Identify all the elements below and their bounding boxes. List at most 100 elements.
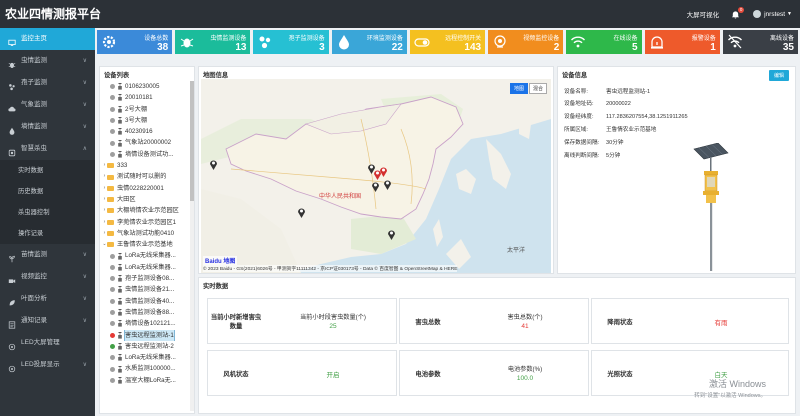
sidebar-item-weather[interactable]: 气象监测 ∨ bbox=[0, 94, 95, 116]
sidebar-item-notify[interactable]: 通知记录 ∨ bbox=[0, 310, 95, 332]
device-field: 所属区域: 王鲁情农业示范基地 bbox=[564, 127, 657, 133]
tree-device[interactable]: 墒情设备102121... bbox=[102, 318, 194, 329]
tree-device[interactable]: 害虫远程监测站-1 bbox=[102, 329, 194, 341]
status-dot bbox=[110, 264, 115, 270]
chevron-down-icon: ∨ bbox=[82, 296, 87, 302]
data-box-battery: 电池参数 电池参数(%) 100.0 bbox=[399, 350, 589, 396]
user-menu-chevron-icon[interactable]: ▼ bbox=[787, 11, 792, 17]
map-marker-icon[interactable] bbox=[209, 159, 218, 170]
sidebar-item-led-manage[interactable]: LED大屏管理 bbox=[0, 332, 95, 354]
sidebar-item-smart-kill[interactable]: 智慧杀虫 ∧ bbox=[0, 138, 95, 160]
tree-device[interactable]: LoRa无线采集器... bbox=[102, 352, 194, 363]
stat-value: 22 bbox=[391, 42, 403, 53]
stat-card[interactable]: 虫情监测设备 13 bbox=[175, 30, 251, 54]
sidebar-subitem-history[interactable]: 历史数据 bbox=[0, 181, 95, 202]
big-screen-link[interactable]: 大屏可视化 bbox=[687, 9, 720, 19]
tree-device[interactable]: 孢子监测设备08... bbox=[102, 273, 194, 284]
tree-device[interactable]: 水质监测100000... bbox=[102, 363, 194, 374]
map-marker-icon[interactable] bbox=[383, 179, 392, 190]
tree-device[interactable]: 温室大棚LoRa无... bbox=[102, 375, 194, 386]
tree-device[interactable]: 0106230005 bbox=[102, 81, 194, 92]
username[interactable]: jnrstest bbox=[764, 11, 785, 18]
tree-folder[interactable]: › 大田区 bbox=[102, 194, 194, 205]
tree-device[interactable]: 虫情监测设备40... bbox=[102, 296, 194, 307]
cloud-icon bbox=[8, 101, 16, 112]
device-icon bbox=[118, 117, 122, 124]
edit-button[interactable]: 编辑 bbox=[768, 70, 789, 81]
sidebar-subitem-realtime[interactable]: 实时数据 bbox=[0, 160, 95, 181]
sidebar-item-seedling[interactable]: 苗情监测 ∨ bbox=[0, 244, 95, 266]
stat-card[interactable]: 视频监控设备 2 bbox=[488, 30, 564, 54]
tree-device[interactable]: 虫情监测设备88... bbox=[102, 307, 194, 318]
tree-device[interactable]: 2号大棚 bbox=[102, 104, 194, 115]
tree-node-label: 害虫远程监测站-2 bbox=[125, 342, 174, 350]
folder-icon bbox=[107, 163, 114, 169]
spore-icon bbox=[257, 34, 273, 50]
tree-device[interactable]: 3号大棚 bbox=[102, 115, 194, 126]
sidebar-item-soil[interactable]: 墒情监测 ∨ bbox=[0, 116, 95, 138]
sidebar-item-video[interactable]: 视频监控 ∨ bbox=[0, 266, 95, 288]
box-metric: 当前小时段害虫数量(个) 25 bbox=[300, 314, 366, 330]
tree-device[interactable]: 害虫远程监测站-2 bbox=[102, 341, 194, 352]
sidebar-item-spore[interactable]: 孢子监测 ∨ bbox=[0, 72, 95, 94]
tree-folder[interactable]: › 测试随时可以删的 bbox=[102, 171, 194, 182]
stat-label: 孢子监测设备 bbox=[288, 36, 325, 42]
stat-value: 38 bbox=[157, 42, 169, 53]
tree-folder[interactable]: › 李蔸情农业示范园区1 bbox=[102, 217, 194, 228]
stat-card[interactable]: 离线设备 35 bbox=[722, 30, 798, 54]
notification-bell-icon[interactable]: 0 bbox=[731, 6, 745, 19]
tree-folder[interactable]: ⌄ 王鲁情农业示范基地 bbox=[102, 239, 194, 250]
tree-folder[interactable]: › 气象站测试功能0410 bbox=[102, 228, 194, 239]
scrollbar-thumb[interactable] bbox=[190, 81, 194, 201]
stat-value: 1 bbox=[710, 42, 716, 53]
tree-folder[interactable]: › 大棚墒情农业示范园区 bbox=[102, 205, 194, 216]
device-icon bbox=[118, 275, 122, 282]
chevron-down-icon: ∨ bbox=[82, 80, 87, 86]
tree-device[interactable]: 40230916 bbox=[102, 126, 194, 137]
map-type-map-button[interactable]: 地图 bbox=[509, 83, 528, 94]
sidebar-subitem-control[interactable]: 杀虫器控制 bbox=[0, 202, 95, 223]
stat-card[interactable]: 报警设备 1 bbox=[644, 30, 720, 54]
map-marker-icon[interactable] bbox=[379, 166, 388, 177]
gear-icon bbox=[101, 34, 117, 50]
tree-folder[interactable]: › 虫情0228220001 bbox=[102, 183, 194, 194]
user-avatar[interactable] bbox=[753, 10, 762, 18]
tree-node-label: 3号大棚 bbox=[125, 116, 148, 124]
chevron-down-icon: ∨ bbox=[82, 124, 87, 130]
tree-scrollbar[interactable] bbox=[190, 81, 194, 411]
stat-card[interactable]: 设备总数 38 bbox=[97, 30, 173, 54]
tree-device[interactable]: 20010181 bbox=[102, 92, 194, 103]
device-icon bbox=[118, 150, 122, 158]
map-marker-icon[interactable] bbox=[371, 181, 380, 192]
sidebar-item-home[interactable]: 监控主页 bbox=[0, 28, 95, 50]
map-panel: 地图信息 地图 混合 中华人民共和国 太平洋 Baidu 地图 © 2023 B… bbox=[198, 66, 554, 274]
map-marker-icon[interactable] bbox=[387, 229, 396, 240]
status-dot bbox=[110, 253, 115, 259]
bug-icon bbox=[179, 34, 195, 50]
tree-folder[interactable]: › 333 bbox=[102, 160, 194, 171]
map-canvas[interactable]: 地图 混合 中华人民共和国 太平洋 Baidu 地图 © 2023 Baidu … bbox=[201, 79, 551, 273]
device-icon bbox=[118, 139, 122, 147]
device-icon bbox=[118, 286, 122, 294]
status-dot bbox=[110, 332, 115, 338]
device-icon bbox=[118, 128, 122, 135]
stat-card[interactable]: 孢子监测设备 3 bbox=[253, 30, 329, 54]
sidebar-item-led-cast[interactable]: LED投屏显示 ∨ bbox=[0, 354, 95, 376]
tree-device[interactable]: 气象站20000002 bbox=[102, 137, 194, 148]
stat-card[interactable]: 远程控制开关 143 bbox=[409, 30, 486, 54]
sidebar-item-leaf[interactable]: 叶面分析 ∨ bbox=[0, 288, 95, 310]
sidebar-item-pest[interactable]: 虫情监测 ∨ bbox=[0, 50, 95, 72]
tree-node-label: 大棚墒情农业示范园区 bbox=[117, 207, 179, 215]
stat-card[interactable]: 环境监测设备 22 bbox=[331, 30, 407, 54]
tree-node-label: 大田区 bbox=[117, 195, 136, 203]
tree-device[interactable]: 虫情监测设备21... bbox=[102, 284, 194, 295]
stat-card[interactable]: 在线设备 5 bbox=[566, 30, 642, 54]
tree-node-label: 害虫远程监测站-1 bbox=[124, 329, 175, 341]
tree-device[interactable]: 墒情设备测试功... bbox=[102, 149, 194, 160]
tree-device[interactable]: LoRa无线采集器... bbox=[102, 250, 194, 261]
map-type-mixed-button[interactable]: 混合 bbox=[528, 83, 547, 94]
tree-device[interactable]: LoRa无线采集器... bbox=[102, 262, 194, 273]
sidebar-subitem-oplog[interactable]: 操作记录 bbox=[0, 223, 95, 244]
map-marker-icon[interactable] bbox=[297, 207, 306, 218]
tree-node-label: 虫情监测设备21... bbox=[125, 286, 175, 294]
